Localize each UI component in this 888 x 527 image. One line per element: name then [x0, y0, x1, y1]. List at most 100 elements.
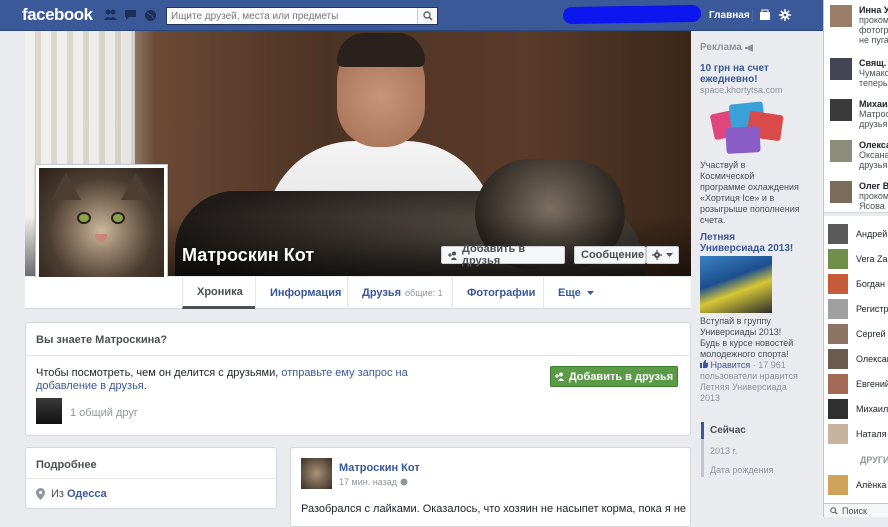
add-friend-label: Добавить в друзья [462, 243, 526, 267]
ticker-name: Михаил [859, 99, 888, 109]
mutual-friend-avatar[interactable] [36, 398, 62, 424]
chat-friend[interactable]: Богдан С [828, 274, 888, 294]
ad-card-purple [725, 126, 761, 154]
ad-1-image[interactable] [708, 99, 786, 157]
friend-avatar [828, 399, 848, 419]
settings-gear-icon[interactable] [778, 9, 791, 21]
chat-friend[interactable]: Алёнка д [828, 475, 888, 495]
mutual-friends-link[interactable]: 1 общий друг [70, 407, 138, 419]
hometown-row: Из Одесса [36, 488, 107, 500]
ticker-name: Олег Ве [859, 181, 888, 191]
ad-1-domain: space.khortytsa.com [700, 85, 783, 95]
chat-friend[interactable]: Михаил [828, 399, 888, 419]
profile-name[interactable]: Матроскин Кот [182, 245, 314, 266]
ads-column: Реклама 10 грн на счет ежедневно! space.… [700, 42, 800, 404]
ad-2-image[interactable] [700, 256, 772, 313]
redacted-username [562, 4, 702, 25]
cat-nose [95, 234, 107, 242]
chat-friend[interactable]: Наталя [828, 424, 888, 444]
ad-2-body: Вступай в группу Универсиады 2013! Будь … [700, 316, 794, 359]
friend-requests-icon[interactable] [104, 9, 117, 21]
ticker-item[interactable]: Свящ. С Чумакотеперь д [828, 56, 888, 94]
search-input[interactable] [167, 8, 412, 24]
chat-sidebar: Инна У прокоммфотогране пугае Свящ. С Чу… [823, 0, 888, 517]
friend-name: Евгений [856, 379, 888, 389]
add-friend-button[interactable]: Добавить в друзья [441, 243, 565, 267]
ticker-line: фотогра [859, 25, 888, 35]
messages-icon[interactable] [124, 9, 137, 21]
mutual-friends-count: общие: 1 [405, 288, 443, 298]
chat-friend[interactable]: Vera Zap [828, 249, 888, 269]
about-title[interactable]: Подробнее [36, 459, 97, 471]
ticker-item[interactable]: Михаил Матросдрузья. [828, 97, 888, 135]
ad-1[interactable]: 10 грн на счет ежедневно! space.khortyts… [700, 63, 800, 226]
ticker-item[interactable]: Олекса Оксана друзья. [828, 138, 888, 176]
friend-name: Михаил [856, 404, 888, 414]
ticker-avatar [830, 140, 852, 162]
ticker-name: Инна У [859, 5, 888, 15]
chat-friend[interactable]: Евгений [828, 374, 888, 394]
chat-friend[interactable]: Андрей [828, 224, 888, 244]
tab-more[interactable]: Еще [543, 277, 603, 309]
friend-name: Богдан С [856, 279, 888, 289]
ad-2-like-link[interactable]: Нравится [711, 360, 751, 370]
ticker-line: друзья. [859, 160, 888, 170]
friend-name: Андрей [856, 229, 888, 239]
friend-name: Vera Zap [856, 254, 888, 264]
chat-friend[interactable]: Регистр [828, 299, 888, 319]
friend-avatar [828, 324, 848, 344]
ad-2[interactable]: Летняя Универсиада 2013! Вступай в групп… [700, 232, 800, 404]
facebook-logo[interactable]: facebook [22, 5, 93, 25]
friend-suggestion-title: Вы знаете Матроскина? [36, 334, 168, 346]
friend-avatar [828, 299, 848, 319]
more-friends-label: ДРУГИ [860, 455, 888, 465]
cat-eye-left [77, 212, 91, 224]
ad-2-title[interactable]: Летняя Универсиада 2013! [700, 232, 800, 254]
search-box[interactable] [166, 7, 438, 25]
post-author-name[interactable]: Матроскин Кот [339, 462, 420, 474]
tab-about[interactable]: Информация [255, 277, 348, 309]
thumbs-up-icon [700, 360, 708, 368]
more-options-button[interactable] [646, 246, 679, 264]
friend-suggestion-box: Вы знаете Матроскина? Чтобы посмотреть, … [25, 322, 691, 436]
ticker-avatar [830, 181, 852, 203]
search-icon[interactable] [417, 8, 437, 24]
post-author-avatar[interactable] [301, 458, 332, 489]
friend-avatar [828, 424, 848, 444]
post-text: Разобрался с лайками. Оказалось, что хоз… [301, 503, 687, 515]
friend-name: Наталя [856, 429, 887, 439]
chat-friend[interactable]: Сергей Д [828, 324, 888, 344]
timeline-birth[interactable]: Дата рождения [701, 458, 801, 477]
chat-friend[interactable]: Олексан [828, 349, 888, 369]
hometown-text: Из Одесса [51, 488, 107, 500]
about-box: Подробнее Из Одесса [25, 447, 277, 509]
cat-ear-left [51, 172, 81, 200]
friend-name: Олексан [856, 354, 888, 364]
cat-photo [39, 168, 164, 293]
ad-1-title[interactable]: 10 грн на счет ежедневно! [700, 63, 800, 85]
timeline-year[interactable]: 2013 г. [701, 439, 801, 458]
add-friend-button-green[interactable]: Добавить в друзья [550, 366, 678, 387]
timeline-now[interactable]: Сейчас [701, 422, 801, 439]
home-link[interactable]: Главная [709, 10, 750, 21]
notifications-globe-icon[interactable] [144, 9, 157, 21]
friend-avatar [828, 249, 848, 269]
privacy-shortcuts-icon[interactable] [758, 9, 771, 21]
ticker-item[interactable]: Инна У прокоммфотогране пугае [828, 3, 888, 45]
friend-suggestion-text: Чтобы посмотреть, чем он делится с друзь… [36, 367, 456, 393]
chat-search[interactable]: Поиск [824, 503, 888, 517]
post-timestamp[interactable]: 17 мин. назад [339, 477, 408, 487]
gear-icon [652, 250, 662, 260]
post-time-text: 17 мин. назад [339, 477, 397, 487]
friend-avatar [828, 274, 848, 294]
friend-name: Регистр [856, 304, 888, 314]
hometown-link[interactable]: Одесса [67, 488, 107, 500]
divider [26, 478, 276, 479]
ad-2-like-text: пользователи нравится Летняя Универсиада… [700, 371, 798, 403]
tab-photos[interactable]: Фотографии [452, 277, 544, 309]
friend-avatar [828, 349, 848, 369]
ticker-line: прокомм [859, 191, 888, 201]
message-button[interactable]: Сообщение [574, 246, 646, 264]
tab-timeline[interactable]: Хроника [182, 277, 255, 309]
tab-friends[interactable]: Друзья общие: 1 [347, 277, 452, 309]
